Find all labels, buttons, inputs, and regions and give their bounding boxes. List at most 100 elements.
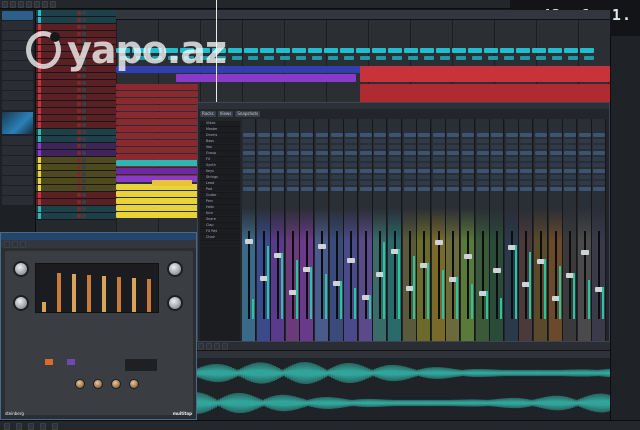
insert-slot[interactable] <box>272 151 285 155</box>
insert-slot[interactable] <box>520 139 533 143</box>
insert-slot[interactable] <box>578 187 591 191</box>
event-clip[interactable] <box>568 56 578 60</box>
insert-slot[interactable] <box>535 163 547 167</box>
event-clip[interactable] <box>116 140 198 146</box>
track-row[interactable] <box>36 10 116 17</box>
insert-slot[interactable] <box>593 157 606 161</box>
mute-button[interactable] <box>77 186 81 190</box>
insert-slot[interactable] <box>359 169 372 173</box>
output-knob[interactable] <box>167 295 183 311</box>
track-row[interactable] <box>36 101 116 108</box>
insert-slot[interactable] <box>345 163 358 167</box>
insert-slot[interactable] <box>257 181 270 185</box>
event-clip[interactable] <box>328 56 338 60</box>
insert-slot[interactable] <box>476 187 489 191</box>
insert-slot[interactable] <box>564 151 577 155</box>
insert-slot[interactable] <box>462 151 474 155</box>
event-clip[interactable] <box>244 48 258 53</box>
volume-fader[interactable] <box>580 250 589 255</box>
insert-slot[interactable] <box>593 169 606 173</box>
insert-slot[interactable] <box>418 145 431 149</box>
solo-button[interactable] <box>82 214 86 218</box>
toolbar-button[interactable] <box>26 1 32 8</box>
event-clip[interactable] <box>260 48 274 53</box>
status-item[interactable] <box>40 423 46 430</box>
tap-bar[interactable] <box>87 275 91 312</box>
insert-slot[interactable] <box>432 175 445 179</box>
insert-slot[interactable] <box>462 169 474 173</box>
inspector-row[interactable] <box>2 81 33 90</box>
insert-slot[interactable] <box>374 163 387 167</box>
insert-slot[interactable] <box>272 145 285 149</box>
inspector-row[interactable] <box>2 91 33 100</box>
insert-slot[interactable] <box>389 169 401 173</box>
timeline-ruler[interactable] <box>116 10 610 20</box>
solo-button[interactable] <box>82 165 86 169</box>
lower-zone-ruler[interactable] <box>197 350 610 358</box>
event-clip[interactable] <box>500 48 514 53</box>
insert-slot[interactable] <box>272 181 285 185</box>
insert-slot[interactable] <box>505 169 518 173</box>
event-clip[interactable] <box>344 56 354 60</box>
event-clip[interactable] <box>116 212 198 218</box>
insert-slot[interactable] <box>316 163 328 167</box>
event-clip[interactable] <box>564 48 578 53</box>
event-clip[interactable] <box>424 56 434 60</box>
mute-button[interactable] <box>77 165 81 169</box>
event-clip[interactable] <box>116 160 198 166</box>
insert-slot[interactable] <box>286 157 299 161</box>
mute-button[interactable] <box>77 172 81 176</box>
insert-slot[interactable] <box>432 163 445 167</box>
insert-slot[interactable] <box>520 133 533 137</box>
insert-slot[interactable] <box>432 157 445 161</box>
insert-slot[interactable] <box>316 133 328 137</box>
inspector-row[interactable] <box>2 166 33 175</box>
solo-button[interactable] <box>82 95 86 99</box>
insert-slot[interactable] <box>491 163 504 167</box>
event-clip[interactable] <box>116 191 198 197</box>
insert-slot[interactable] <box>243 157 255 161</box>
event-clip[interactable] <box>360 66 610 82</box>
insert-slot[interactable] <box>330 163 343 167</box>
insert-slot[interactable] <box>257 175 270 179</box>
volume-fader[interactable] <box>318 244 326 249</box>
insert-slot[interactable] <box>476 181 489 185</box>
insert-slot[interactable] <box>389 181 401 185</box>
insert-slot[interactable] <box>593 139 606 143</box>
insert-slot[interactable] <box>403 187 416 191</box>
lower-tool-button[interactable] <box>222 343 228 350</box>
insert-slot[interactable] <box>432 187 445 191</box>
insert-slot[interactable] <box>520 163 533 167</box>
event-clip[interactable] <box>308 48 322 53</box>
inspector-row[interactable] <box>2 196 33 205</box>
insert-slot[interactable] <box>301 133 314 137</box>
track-row[interactable] <box>36 115 116 122</box>
insert-slot[interactable] <box>389 163 401 167</box>
track-row[interactable] <box>36 178 116 185</box>
insert-slot[interactable] <box>564 175 577 179</box>
insert-slot[interactable] <box>257 163 270 167</box>
insert-slot[interactable] <box>359 151 372 155</box>
event-clip[interactable] <box>360 56 370 60</box>
event-clip[interactable] <box>116 168 198 174</box>
insert-slot[interactable] <box>549 163 562 167</box>
insert-slot[interactable] <box>345 133 358 137</box>
insert-slot[interactable] <box>593 145 606 149</box>
event-clip[interactable] <box>552 56 562 60</box>
event-clip[interactable] <box>456 56 466 60</box>
insert-slot[interactable] <box>301 139 314 143</box>
lower-tool-button[interactable] <box>214 343 220 350</box>
event-clip[interactable] <box>116 126 198 132</box>
insert-slot[interactable] <box>301 181 314 185</box>
event-clip[interactable] <box>116 133 198 139</box>
plugin-power-button[interactable] <box>4 241 10 248</box>
track-row[interactable] <box>36 164 116 171</box>
toolbar-button[interactable] <box>2 1 8 8</box>
insert-slot[interactable] <box>520 151 533 155</box>
event-clip[interactable] <box>312 56 322 60</box>
insert-slot[interactable] <box>505 139 518 143</box>
insert-slot[interactable] <box>578 133 591 137</box>
solo-button[interactable] <box>82 144 86 148</box>
insert-slot[interactable] <box>535 169 547 173</box>
volume-fader[interactable] <box>434 240 443 245</box>
